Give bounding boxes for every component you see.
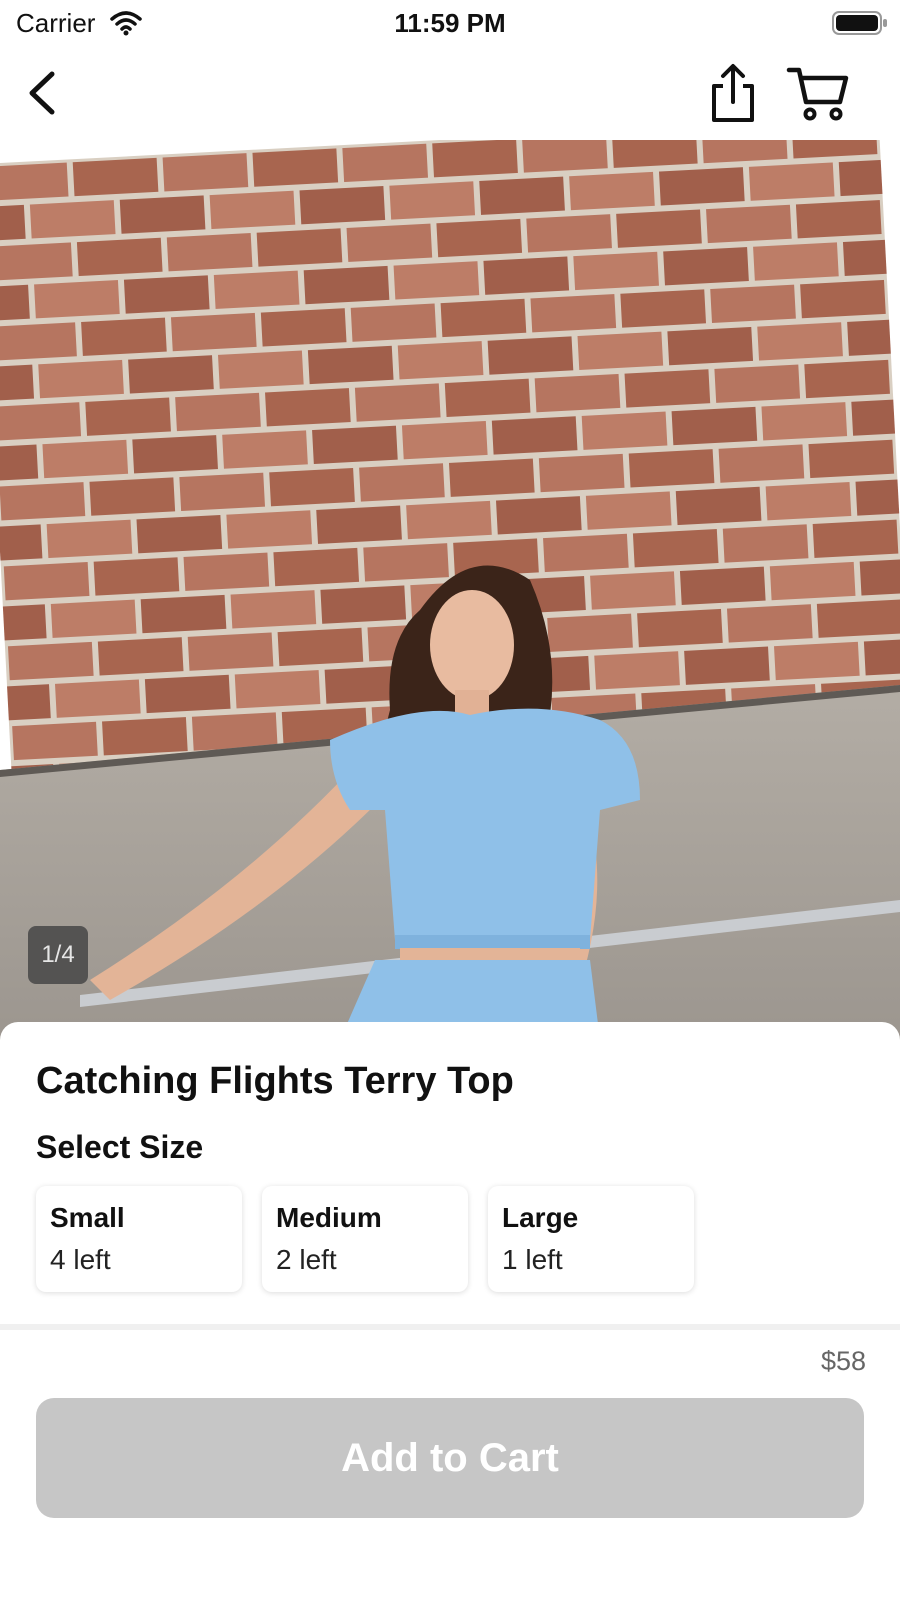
add-to-cart-button[interactable]: Add to Cart	[36, 1398, 864, 1518]
size-name: Small	[50, 1202, 125, 1233]
battery-icon	[832, 11, 887, 35]
product-photo	[0, 140, 900, 1040]
shopping-cart-icon	[786, 67, 849, 121]
status-time: 11:59 PM	[394, 8, 506, 38]
cart-button[interactable]	[786, 64, 850, 122]
size-option-medium[interactable]: Medium 2 left	[262, 1186, 468, 1292]
select-size-heading: Select Size	[36, 1129, 204, 1165]
size-option-large[interactable]: Large 1 left	[488, 1186, 694, 1292]
nav-bar	[0, 50, 900, 140]
image-counter: 1/4	[28, 926, 88, 984]
size-name: Medium	[276, 1202, 382, 1233]
product-price: $58	[820, 1346, 866, 1376]
product-image[interactable]	[0, 140, 900, 1040]
share-button[interactable]	[706, 62, 760, 124]
chevron-left-icon	[29, 71, 55, 115]
product-title: Catching Flights Terry Top	[36, 1060, 514, 1102]
back-button[interactable]	[20, 68, 70, 118]
status-bar: Carrier 11:59 PM	[0, 0, 900, 50]
size-name: Large	[502, 1202, 579, 1233]
product-details-sheet: Catching Flights Terry Top Select Size S…	[0, 1022, 900, 1598]
size-option-small[interactable]: Small 4 left	[36, 1186, 242, 1292]
size-stock: 2 left	[276, 1244, 337, 1275]
divider	[0, 1324, 900, 1330]
size-stock: 1 left	[502, 1244, 563, 1275]
share-icon	[712, 64, 754, 122]
size-stock: 4 left	[50, 1244, 111, 1275]
